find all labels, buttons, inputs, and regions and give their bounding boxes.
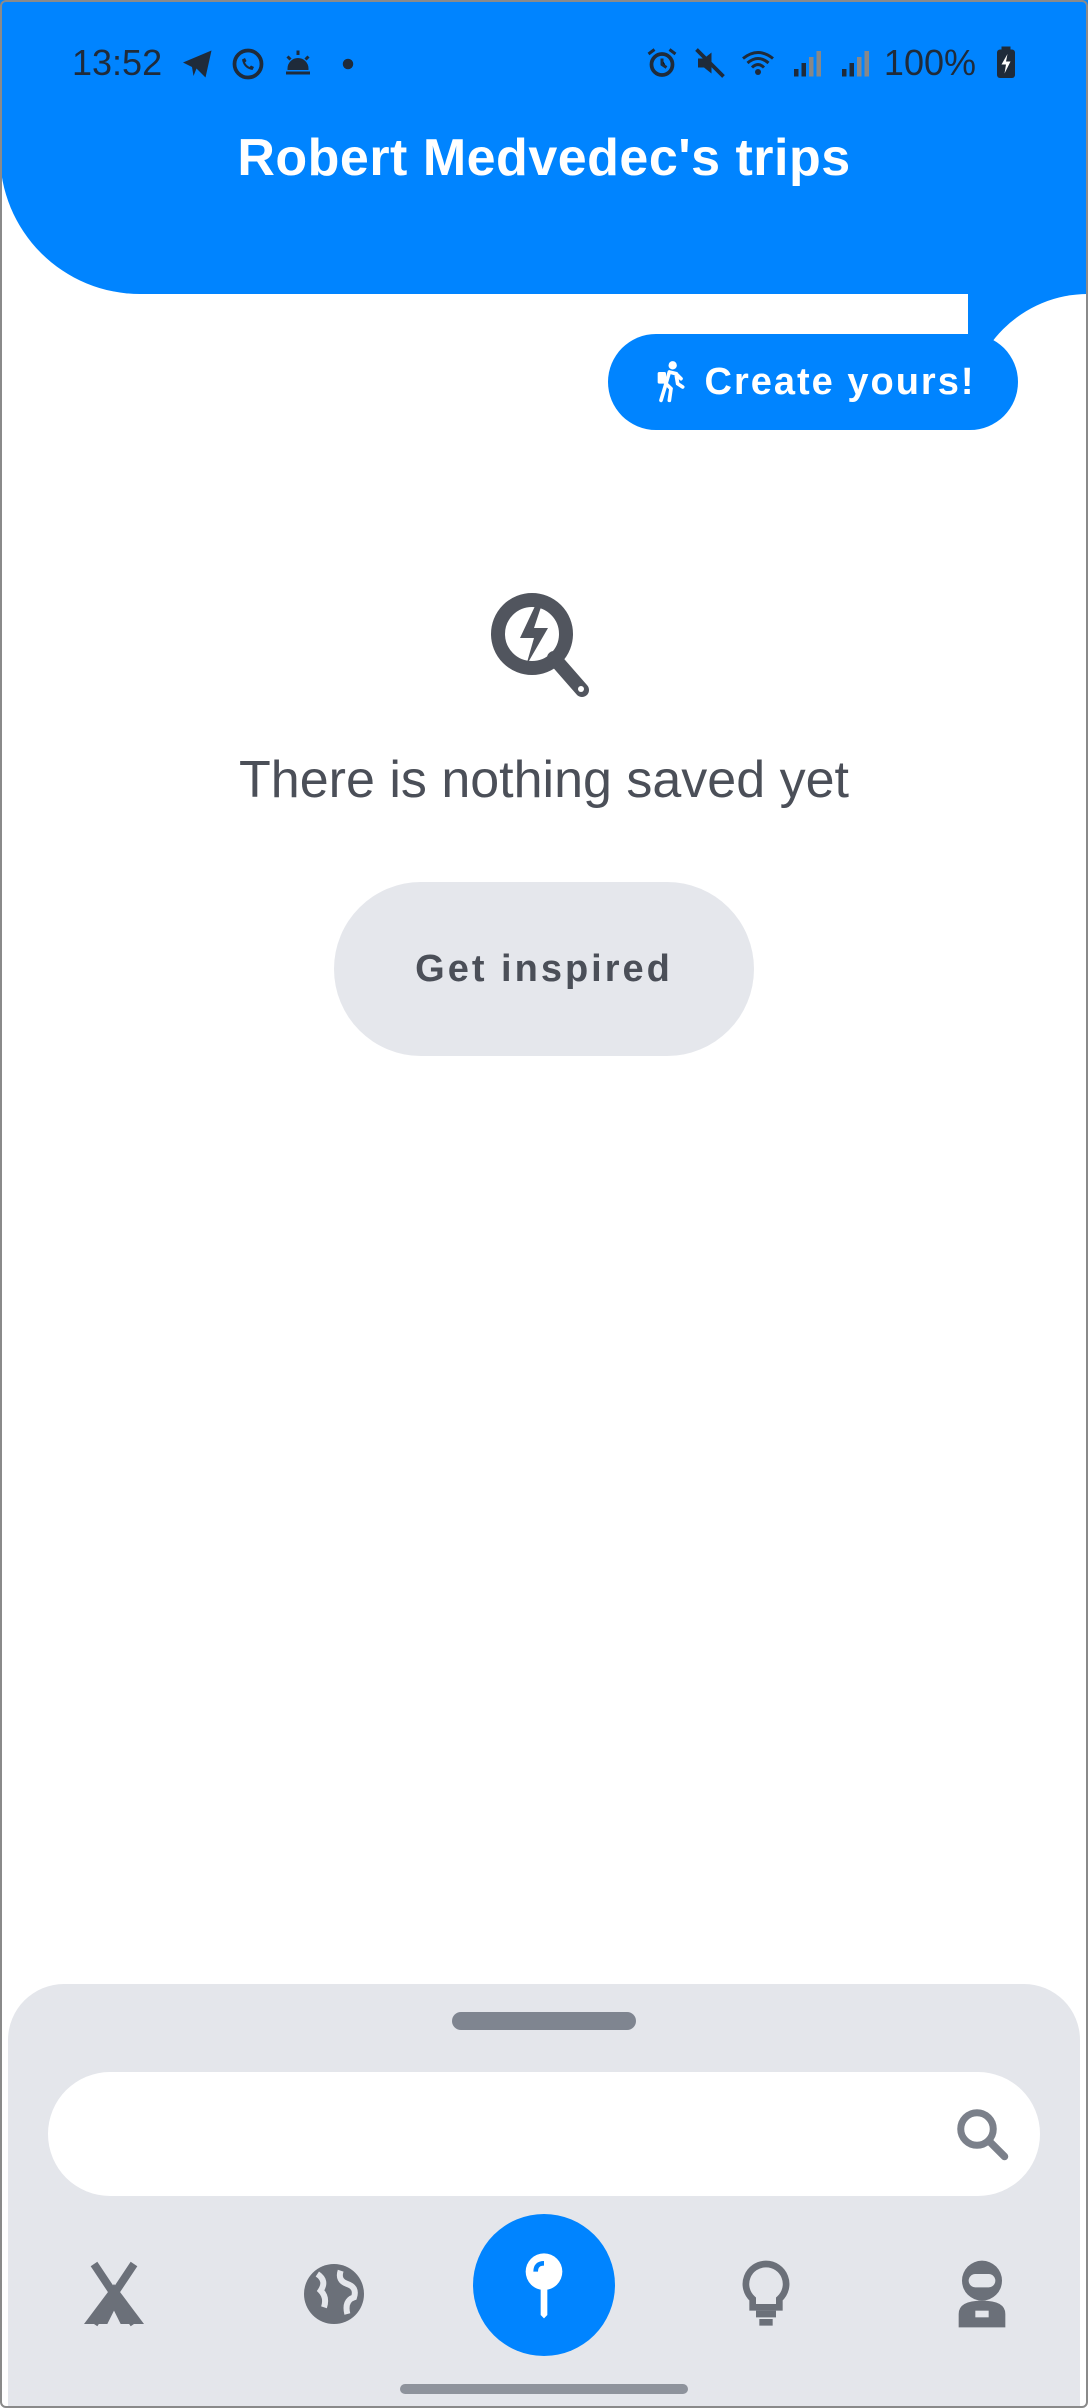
status-time: 13:52: [72, 42, 163, 83]
search-input[interactable]: [48, 2072, 1040, 2196]
battery-percentage: 100%: [883, 42, 976, 83]
alarm-icon: [647, 48, 677, 77]
telegram-icon: [183, 50, 212, 78]
battery-charging-icon: [997, 46, 1015, 78]
bottom-navigation: [8, 2214, 1080, 2384]
hiking-icon: [657, 361, 684, 403]
globe-icon[interactable]: [294, 2254, 374, 2334]
home-indicator: [400, 2384, 688, 2394]
sheet-drag-handle[interactable]: [452, 2012, 636, 2030]
status-notification-icons: [180, 46, 366, 82]
mute-icon: [695, 48, 725, 78]
page-title: Robert Medvedec's trips: [237, 129, 851, 187]
nav-active-indicator[interactable]: [473, 2214, 615, 2356]
tent-icon[interactable]: [74, 2254, 154, 2334]
dot-icon: [342, 58, 354, 70]
create-yours-label: Create yours!: [704, 360, 976, 403]
search-icon[interactable]: [952, 2104, 1012, 2164]
whatsapp-icon: [232, 48, 264, 80]
get-inspired-button[interactable]: Get inspired: [334, 882, 754, 1056]
signal-icon: [793, 51, 821, 77]
lightbulb-icon[interactable]: [726, 2254, 806, 2334]
search-lightning-icon: [491, 593, 589, 697]
create-yours-button[interactable]: Create yours!: [608, 334, 1018, 430]
pin-icon: [525, 2253, 563, 2319]
astronaut-icon[interactable]: [942, 2254, 1022, 2334]
empty-state-message: There is nothing saved yet: [239, 751, 849, 809]
status-system-icons: 100%: [644, 42, 1024, 84]
weather-sunrise-icon: [286, 50, 310, 75]
wifi-icon: [741, 51, 774, 75]
status-bar: 13:52 100%: [0, 38, 1088, 94]
bottom-sheet: [8, 1984, 1080, 2408]
signal-roaming-icon: [841, 51, 869, 77]
